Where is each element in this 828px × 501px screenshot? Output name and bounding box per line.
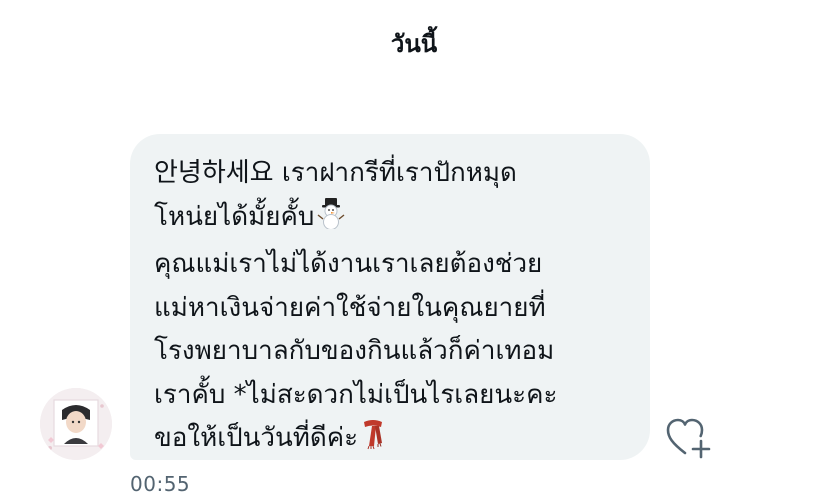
add-reaction-button[interactable] [664, 412, 714, 462]
message-line: โรงพยาบาลกับของกินแล้วก็ค่าเทอม [154, 330, 630, 374]
message-line-text: 안녕하세요 เราฝากรีที่เราปักหมุด [154, 158, 517, 188]
message-line: เราคั้บ *ไม่สะดวกไม่เป็นไรเลยนะคะ [154, 374, 630, 418]
message-line: 안녕하세요 เราฝากรีที่เราปักหมุด [154, 152, 630, 196]
message-line-text: แม่หาเงินจ่ายค่าใช้จ่ายในคุณยายที่ [154, 292, 546, 323]
date-divider: วันนี้ [390, 30, 438, 58]
snowman-emoji-icon [316, 197, 346, 244]
message-line-text: โหน่ยได้มั้ยคั้บ [154, 201, 315, 232]
message-line: ขอให้เป็นวันที่ดีค่ะ [154, 417, 630, 465]
message-line: แม่หาเงินจ่ายค่าใช้จ่ายในคุณยายที่ [154, 287, 630, 331]
message-line-text: คุณแม่เราไม่ได้งานเราเลยต้องช่วย [154, 249, 543, 279]
message-line-text: โรงพยาบาลกับของกินแล้วก็ค่าเทอม [154, 336, 555, 366]
message-line-text: เราคั้บ *ไม่สะดวกไม่เป็นไรเลยนะคะ [154, 379, 558, 410]
profile-photo-icon [40, 388, 112, 460]
message-bubble[interactable]: 안녕하세요 เราฝากรีที่เราปักหมุด โหน่ยได้มั้ย… [130, 134, 650, 460]
scarf-emoji-icon [360, 418, 386, 465]
dm-conversation: วันนี้ 안녕하세요 เราฝากรีที่เราปักหมุด โหน่ย… [0, 0, 828, 501]
message-timestamp: 00:55 [130, 472, 191, 496]
message-line-text: ขอให้เป็นวันที่ดีค่ะ [154, 423, 359, 453]
message-line: โหน่ยได้มั้ยคั้บ [154, 196, 630, 244]
message-line: คุณแม่เราไม่ได้งานเราเลยต้องช่วย [154, 243, 630, 287]
sender-avatar[interactable] [40, 388, 112, 460]
heart-plus-icon [666, 418, 711, 459]
